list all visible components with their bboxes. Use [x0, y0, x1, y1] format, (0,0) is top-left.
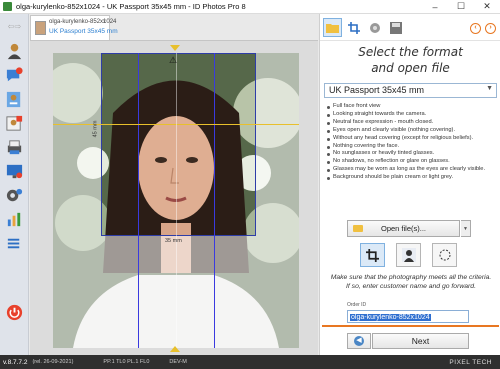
- crop-mode-button[interactable]: [360, 243, 385, 267]
- title-bar: olga-kurylenko-852x1024 - UK Passport 35…: [0, 0, 500, 14]
- open-files-dropdown[interactable]: ▼: [461, 220, 471, 237]
- list-item: Full face front view: [325, 103, 497, 111]
- heading-line-2: and open file: [371, 61, 450, 75]
- list-item: No shadows, no reflection or glare on gl…: [325, 158, 497, 166]
- crop-tool-icon[interactable]: [344, 18, 363, 37]
- document-thumbnail: [35, 21, 46, 35]
- accent-divider: [322, 325, 499, 327]
- next-button-label: Next: [411, 336, 430, 346]
- oval-icon: [439, 249, 450, 261]
- open-folder-icon[interactable]: [323, 18, 342, 37]
- document-tab[interactable]: olga-kurylenko-852x1024 UK Passport 35x4…: [30, 15, 118, 40]
- list-item: Looking straight towards the camera.: [325, 111, 497, 119]
- open-files-button[interactable]: Open file(s)...: [347, 220, 460, 237]
- help-chat-icon[interactable]: [4, 65, 25, 86]
- app-logo-icon: [3, 2, 12, 11]
- list-item: Glasses may be worn as long as the eyes …: [325, 166, 497, 174]
- guide-line-right: [214, 53, 215, 348]
- right-panel: ‹ › Select the format and open file UK P…: [319, 14, 500, 355]
- left-sidebar: ⇦⇨: [0, 14, 29, 355]
- open-files-label: Open file(s)...: [380, 224, 426, 233]
- brand-logo: PIXEL TECH: [449, 358, 492, 366]
- list-item: Eyes open and clearly visible (nothing c…: [325, 127, 497, 135]
- maximize-button[interactable]: ☐: [448, 0, 474, 14]
- instruction-note: Make sure that the photography meets all…: [330, 274, 492, 290]
- guide-line-left: [138, 53, 139, 348]
- order-id-value: olga-kurylenko-852x1024: [350, 314, 431, 321]
- person-icon: [401, 248, 416, 262]
- build-date: (rel. 26-09-2021): [32, 359, 74, 365]
- photo-album-icon[interactable]: [4, 113, 25, 134]
- format-select[interactable]: UK Passport 35x45 mm ▼: [324, 83, 497, 98]
- chevron-down-icon[interactable]: ▼: [486, 85, 493, 92]
- status-bar: v.8.7.7.2 (rel. 26-09-2021) PP.1 TL0 PL.…: [0, 355, 500, 369]
- center-line: [176, 53, 177, 348]
- version-text: v.8.7.7.2: [3, 358, 28, 366]
- list-item: Neutral face expression - mouth closed.: [325, 119, 497, 127]
- person-mode-button[interactable]: [396, 243, 421, 267]
- back-button[interactable]: ◀: [347, 333, 371, 349]
- list-item: Without any head covering (except for re…: [325, 135, 497, 143]
- crop-width-label: 35 mm: [165, 238, 182, 244]
- id-card-icon[interactable]: [4, 89, 25, 110]
- save-icon[interactable]: [386, 18, 405, 37]
- list-item: No sunglasses or heavily tinted glasses.: [325, 150, 497, 158]
- document-filename: olga-kurylenko-852x1024: [49, 19, 117, 25]
- back-nav-icon[interactable]: ‹: [470, 23, 481, 34]
- effects-icon[interactable]: [365, 18, 384, 37]
- heading-line-1: Select the format: [358, 45, 463, 59]
- tool-strip: ‹ ›: [320, 14, 500, 41]
- menu-list-icon[interactable]: [4, 233, 25, 254]
- arrow-left-icon: ◀: [354, 336, 364, 346]
- crop-mask-bottom: [101, 236, 256, 348]
- photo-canvas[interactable]: 35 mm 45 mm ⚠: [30, 40, 318, 355]
- minimize-button[interactable]: –: [422, 0, 448, 14]
- prev-next-arrows[interactable]: ⇦⇨: [4, 16, 25, 37]
- close-button[interactable]: ✕: [474, 0, 500, 14]
- panel-heading: Select the format and open file: [320, 44, 500, 76]
- portrait-photo[interactable]: [53, 53, 299, 348]
- crop-mask-right: [256, 53, 299, 348]
- requirements-list: Full face front view Looking straight to…: [325, 103, 497, 182]
- list-item: Nothing covering the face.: [325, 143, 497, 151]
- warning-icon: ⚠: [168, 55, 178, 65]
- status-item-1: PP.1 TL0 PL.1 FL0: [103, 359, 150, 365]
- statistics-chart-icon[interactable]: [4, 209, 25, 230]
- close-tab-icon[interactable]: x: [103, 19, 106, 25]
- settings-gear-icon[interactable]: [4, 185, 25, 206]
- document-format: UK Passport 35x45 mm: [49, 28, 118, 35]
- status-item-2: DEV-M: [169, 359, 187, 365]
- folder-icon: [353, 225, 363, 232]
- crop-frame[interactable]: [101, 53, 256, 236]
- forward-nav-icon[interactable]: ›: [485, 23, 496, 34]
- crop-mask-left: [53, 53, 101, 348]
- bottom-handle[interactable]: [170, 346, 180, 352]
- order-id-input[interactable]: olga-kurylenko-852x1024: [347, 310, 469, 323]
- order-id-label: Order ID: [347, 302, 367, 308]
- print-icon[interactable]: [4, 137, 25, 158]
- window-title: olga-kurylenko-852x1024 - UK Passport 35…: [16, 2, 246, 11]
- next-button[interactable]: Next: [372, 333, 469, 349]
- power-exit-icon[interactable]: [4, 302, 25, 323]
- customer-icon[interactable]: [4, 41, 25, 62]
- monitor-icon[interactable]: [4, 161, 25, 182]
- crop-icon: [366, 248, 379, 262]
- top-handle[interactable]: [170, 45, 180, 51]
- format-select-value: UK Passport 35x45 mm: [329, 85, 425, 95]
- crop-height-label: 45 mm: [92, 120, 99, 138]
- list-item: Background should be plain cream or ligh…: [325, 174, 497, 182]
- oval-mode-button[interactable]: [432, 243, 457, 267]
